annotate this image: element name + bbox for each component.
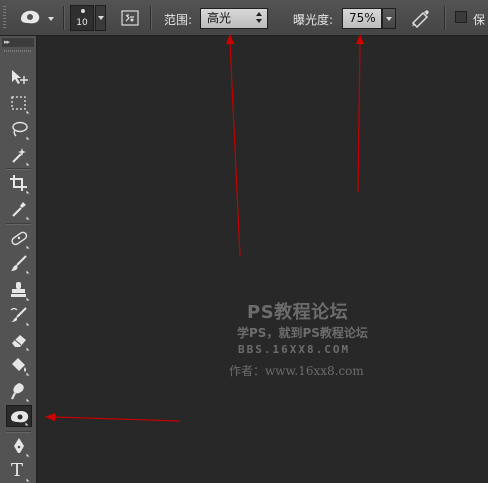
flyout-indicator-icon bbox=[26, 294, 30, 301]
exposure-label: 曝光度: bbox=[293, 13, 334, 27]
flyout-indicator-icon bbox=[25, 419, 29, 426]
watermark-author: 作者：www.16xx8.com bbox=[229, 364, 364, 378]
brush-size-preview[interactable]: 10 bbox=[70, 5, 94, 31]
exposure-value: 75% bbox=[349, 11, 376, 25]
flyout-indicator-icon bbox=[26, 187, 30, 194]
flyout-indicator-icon bbox=[26, 159, 30, 166]
eraser-tool[interactable] bbox=[6, 329, 32, 351]
brush-tool[interactable] bbox=[6, 252, 32, 274]
flyout-indicator-icon bbox=[26, 133, 30, 140]
brush-size-value: 10 bbox=[76, 18, 88, 28]
flyout-indicator-icon bbox=[26, 319, 30, 326]
move-icon bbox=[12, 70, 28, 84]
watermark-bbs: BBS.16XX8.COM bbox=[238, 343, 351, 356]
healing-brush-tool[interactable] bbox=[6, 227, 32, 249]
dodge-tool-icon bbox=[21, 10, 54, 24]
exposure-input[interactable]: 75% bbox=[342, 8, 382, 29]
tools-panel: ▸▸ T bbox=[0, 36, 37, 483]
brush-tip-icon bbox=[81, 9, 85, 13]
eyedropper-tool[interactable] bbox=[6, 198, 32, 220]
options-bar-grip[interactable] bbox=[3, 6, 6, 30]
document-canvas[interactable] bbox=[38, 37, 488, 483]
blur-tool[interactable] bbox=[6, 380, 32, 402]
protect-tones-label: 保 bbox=[473, 13, 486, 27]
flyout-indicator-icon bbox=[26, 242, 30, 249]
separator bbox=[6, 168, 31, 169]
separator bbox=[6, 223, 31, 224]
range-select-value: 高光 bbox=[207, 11, 232, 25]
up-down-arrows-icon bbox=[256, 12, 263, 24]
brush-picker-dropdown[interactable] bbox=[95, 5, 106, 31]
panel-grip[interactable] bbox=[4, 50, 32, 52]
separator bbox=[150, 6, 151, 30]
flyout-indicator-icon bbox=[26, 213, 30, 220]
magic-wand-tool[interactable] bbox=[6, 144, 32, 166]
flyout-indicator-icon bbox=[26, 450, 30, 457]
crop-tool[interactable] bbox=[6, 172, 32, 194]
separator bbox=[63, 6, 64, 30]
lasso-tool[interactable] bbox=[6, 118, 32, 140]
panel-collapse-button[interactable]: ▸▸ bbox=[2, 38, 34, 47]
marquee-tool[interactable] bbox=[6, 92, 32, 114]
brush-panel-icon bbox=[121, 10, 139, 26]
tool-preset-picker[interactable] bbox=[18, 7, 62, 29]
separator bbox=[444, 6, 445, 30]
airbrush-icon bbox=[411, 10, 429, 29]
watermark-title: PS教程论坛 bbox=[247, 302, 349, 323]
options-bar: 10 范围: 高光 曝光度: 75% 保 bbox=[0, 0, 488, 36]
type-tool[interactable]: T bbox=[6, 460, 32, 482]
protect-tones-checkbox[interactable] bbox=[455, 11, 467, 23]
flyout-indicator-icon bbox=[26, 369, 30, 376]
brush-panel-button[interactable] bbox=[120, 8, 140, 28]
range-label: 范围: bbox=[164, 13, 193, 27]
airbrush-button[interactable] bbox=[409, 7, 433, 29]
paint-bucket-tool[interactable] bbox=[6, 354, 32, 376]
exposure-slider-dropdown[interactable] bbox=[382, 8, 396, 29]
dodge-tool[interactable] bbox=[6, 405, 32, 427]
flyout-indicator-icon bbox=[26, 344, 30, 351]
flyout-indicator-icon bbox=[26, 107, 30, 114]
type-icon: T bbox=[11, 460, 24, 481]
history-brush-tool[interactable] bbox=[6, 304, 32, 326]
pen-tool[interactable] bbox=[6, 435, 32, 457]
clone-stamp-tool[interactable] bbox=[6, 279, 32, 301]
flyout-indicator-icon bbox=[26, 475, 30, 482]
flyout-indicator-icon bbox=[26, 395, 30, 402]
watermark-subtitle: 学PS，就到PS教程论坛 bbox=[237, 326, 368, 340]
flyout-indicator-icon bbox=[26, 267, 30, 274]
move-tool[interactable] bbox=[6, 66, 32, 88]
separator bbox=[6, 431, 31, 432]
chevron-down-icon bbox=[98, 16, 104, 20]
range-select[interactable]: 高光 bbox=[200, 8, 268, 29]
chevron-down-icon bbox=[386, 17, 392, 21]
